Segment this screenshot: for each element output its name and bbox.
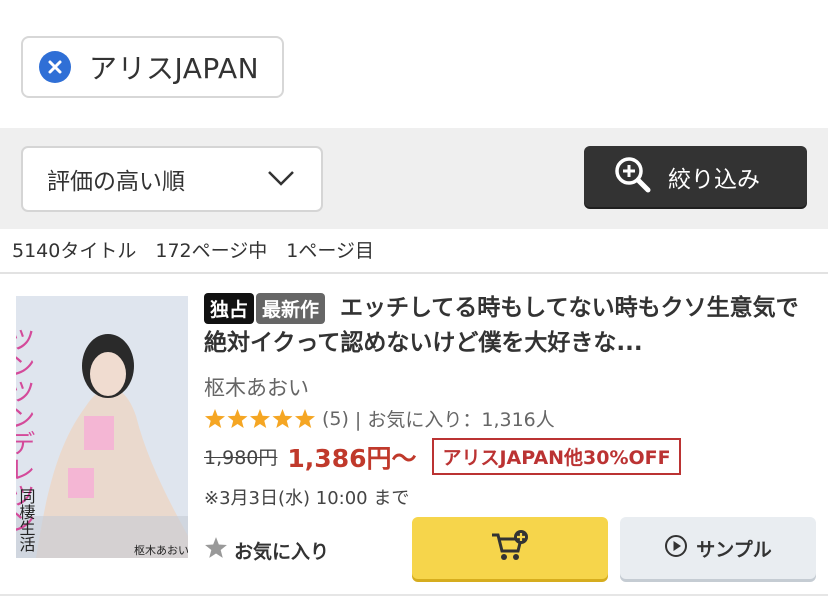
sample-label: サンプル — [696, 538, 772, 561]
favorite-button[interactable]: お気に入り — [204, 536, 329, 565]
play-icon — [664, 534, 688, 563]
favorites-count: | お気に入り：1,316人 — [354, 409, 555, 431]
actress-link[interactable]: 枢木あおい — [204, 372, 309, 402]
sort-label: 評価の高い順 — [47, 169, 185, 195]
rating-row: (5) | お気に入り：1,316人 — [204, 405, 555, 432]
search-filter-chip[interactable]: アリスJAPAN — [21, 36, 284, 98]
cover-subtitle-text: 同棲生活 — [17, 488, 36, 552]
result-count: 5140タイトル 172ページ中 1ページ目 — [12, 240, 374, 262]
zoom-in-icon — [614, 156, 652, 198]
bottom-divider — [0, 594, 828, 596]
divider — [0, 272, 828, 274]
cover-actress-text: 枢木あおい — [134, 543, 188, 557]
chevron-down-icon — [267, 168, 295, 192]
sale-tag[interactable]: アリスJAPAN他30%OFF — [432, 438, 681, 475]
rating-count[interactable]: (5) — [322, 408, 349, 430]
sort-select[interactable]: 評価の高い順 — [21, 146, 323, 212]
sale-price: 1,386円〜 — [287, 443, 417, 473]
star-icon — [204, 536, 228, 565]
old-price: 1,980円 — [204, 447, 278, 469]
close-icon[interactable] — [39, 51, 71, 83]
chip-label: アリスJAPAN — [89, 52, 260, 85]
add-to-cart-button[interactable] — [412, 517, 608, 579]
cart-add-icon — [490, 529, 530, 567]
filter-button[interactable]: 絞り込み — [584, 146, 807, 207]
sample-button[interactable]: サンプル — [620, 517, 816, 579]
favorite-label: お気に入り — [234, 541, 330, 563]
product-cover-image[interactable]: ツンツンデレツン 同棲生活 枢木あおい — [16, 296, 188, 558]
star-rating — [204, 408, 316, 430]
filter-label: 絞り込み — [668, 166, 760, 193]
product-title[interactable]: エッチしてる時もしてない時もクソ生意気で絶対イクって認めないけど僕を大好きな..… — [204, 291, 814, 361]
sale-end-date: ※3月3日(水) 10:00 まで — [204, 488, 410, 509]
price-row: 1,980円 1,386円〜 アリスJAPAN他30%OFF — [204, 438, 681, 475]
